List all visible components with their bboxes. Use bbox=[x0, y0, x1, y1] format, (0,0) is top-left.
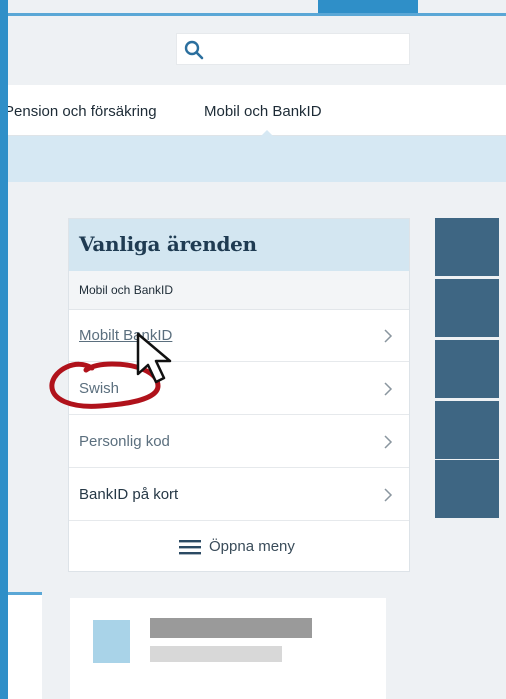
hamburger-icon bbox=[179, 540, 201, 555]
panel-subtitle: Mobil och BankID bbox=[79, 283, 174, 297]
open-menu-button[interactable]: Öppna meny bbox=[69, 521, 409, 571]
chevron-right-icon bbox=[384, 488, 393, 502]
search-box[interactable] bbox=[176, 33, 410, 65]
main-nav: Pension och försäkring Mobil och BankID bbox=[8, 85, 506, 136]
panel-title: Vanliga ärenden bbox=[79, 232, 257, 256]
browser-viewport: Pension och försäkring Mobil och BankID … bbox=[8, 0, 506, 699]
card-text-placeholder bbox=[150, 646, 282, 662]
active-tab-caret bbox=[260, 130, 274, 137]
nav-tab-pension[interactable]: Pension och försäkring bbox=[8, 103, 157, 120]
card-title-placeholder bbox=[150, 618, 312, 638]
menu-item-label: BankID på kort bbox=[79, 486, 179, 503]
menu-item-label: Mobilt BankID bbox=[79, 327, 173, 344]
search-icon[interactable] bbox=[183, 39, 205, 61]
side-tile[interactable] bbox=[435, 218, 499, 276]
side-tile[interactable] bbox=[435, 340, 499, 398]
top-accent-bar bbox=[318, 0, 418, 13]
menu-item-personlig-kod[interactable]: Personlig kod bbox=[69, 415, 409, 468]
side-tile[interactable] bbox=[435, 279, 499, 337]
chevron-right-icon bbox=[384, 382, 393, 396]
side-tile[interactable] bbox=[435, 460, 499, 518]
menu-item-swish[interactable]: Swish bbox=[69, 362, 409, 415]
menu-item-bankid-pa-kort[interactable]: BankID på kort bbox=[69, 468, 409, 521]
common-tasks-panel: Vanliga ärenden Mobil och BankID Mobilt … bbox=[68, 218, 410, 572]
chevron-right-icon bbox=[384, 329, 393, 343]
menu-item-label: Personlig kod bbox=[79, 433, 170, 450]
side-tile[interactable] bbox=[435, 401, 499, 459]
bottom-card[interactable] bbox=[70, 598, 386, 699]
panel-header: Vanliga ärenden bbox=[69, 219, 409, 271]
chevron-right-icon bbox=[384, 435, 393, 449]
panel-subheader: Mobil och BankID bbox=[69, 271, 409, 310]
open-menu-label: Öppna meny bbox=[209, 538, 295, 555]
section-banner bbox=[8, 136, 506, 182]
menu-item-mobilt-bankid[interactable]: Mobilt BankID bbox=[69, 309, 409, 362]
search-input[interactable] bbox=[211, 38, 405, 62]
card-thumbnail bbox=[93, 620, 130, 663]
menu-item-label: Swish bbox=[79, 380, 120, 397]
left-card bbox=[8, 595, 42, 699]
side-tiles bbox=[435, 218, 499, 518]
nav-tab-mobil-bankid[interactable]: Mobil och BankID bbox=[204, 103, 322, 120]
top-divider bbox=[8, 13, 506, 16]
